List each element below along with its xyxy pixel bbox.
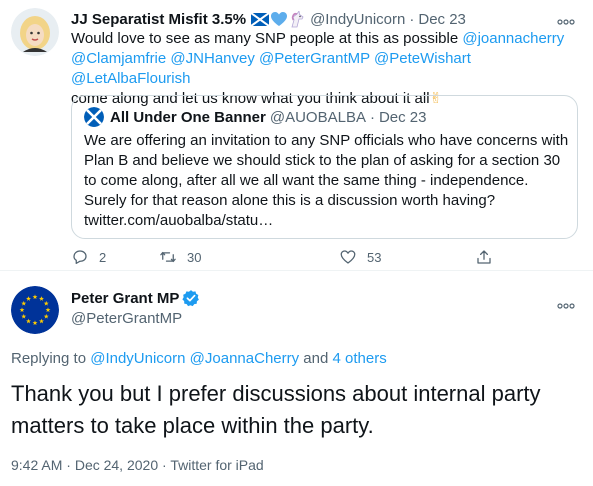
like-button[interactable]: 53 [339,246,381,268]
mention-link[interactable]: @joannacherry [462,30,564,47]
like-count: 53 [367,249,382,265]
separator-dot: · [369,108,375,126]
quoted-handle: @AUOBALBA [269,108,366,126]
replying-and: and [299,350,333,367]
tweet-divider [0,270,593,271]
display-name-row: Peter Grant MP [71,289,200,307]
retweet-icon [160,251,176,263]
name-emojis [251,10,306,28]
mention-link[interactable]: @JoannaCherry [190,350,299,367]
verified-badge-icon [182,290,200,307]
quoted-tweet-card[interactable]: All Under One Banner @AUOBALBA · Dec 23 … [71,95,578,239]
quoted-tweet-text: We are offering an invitation to any SNP… [84,132,569,229]
quoted-avatar [84,107,104,127]
mention-link[interactable]: @PeterGrantMP [259,50,370,67]
tweet-text: Thank you but I prefer discussions about… [11,381,541,438]
mention-link[interactable]: @IndyUnicorn [90,350,185,367]
heart-icon [340,250,356,264]
scotland-flag-icon [251,12,270,26]
retweet-button[interactable]: 30 [159,246,201,268]
tweet-metadata: 9:42 AM · Dec 24, 2020 · Twitter for iPa… [11,457,264,473]
mention-link[interactable]: @Clamjamfrie [71,50,166,67]
avatar[interactable] [11,8,59,56]
quoted-display-name: All Under One Banner [110,108,266,126]
replying-to-label: Replying to [11,350,91,367]
replying-to-line: Replying to @IndyUnicorn @JoannaCherry a… [11,350,387,367]
reply-count: 2 [99,249,107,265]
tweet-time[interactable]: 9:42 AM [11,457,62,473]
handle[interactable]: @PeterGrantMP [71,310,182,327]
tweet-header: JJ Separatist Misfit 3.5% @IndyUnicorn ·… [71,9,573,29]
tweet-date[interactable]: Dec 23 [418,11,466,28]
unicorn-icon [291,10,304,27]
handle[interactable]: @IndyUnicorn [310,11,405,28]
quoted-tweet-header: All Under One Banner @AUOBALBA · Dec 23 [84,107,426,127]
display-name[interactable]: JJ Separatist Misfit 3.5% [71,11,246,28]
reply-button[interactable]: 2 [71,246,106,268]
retweet-count: 30 [187,249,202,265]
mention-link[interactable]: @JNHanvey [170,50,254,67]
tweet-source[interactable]: Twitter for iPad [170,457,263,473]
tweet-date[interactable]: Dec 24, 2020 [75,457,158,473]
separator-dot: · [66,457,71,473]
others-link[interactable]: 4 others [333,350,387,367]
separator-dot: · [409,10,415,28]
quoted-date: Dec 23 [378,108,427,126]
display-name[interactable]: Peter Grant MP [71,290,179,307]
share-icon [477,250,491,264]
mention-link[interactable]: @PeteWishart [374,50,471,67]
reply-icon [73,250,87,265]
more-options-icon[interactable] [557,296,575,309]
quoted-reply-tweet[interactable]: JJ Separatist Misfit 3.5% @IndyUnicorn ·… [0,0,593,267]
tweet-text-prefix: Would love to see as many SNP people at … [71,30,463,47]
mention-link[interactable]: @LetAlbaFlourish [71,70,190,87]
more-options-icon[interactable] [557,12,575,25]
avatar[interactable] [11,286,59,334]
blue-heart-icon [271,11,288,26]
share-button[interactable] [475,246,493,268]
tweet-action-bar: 2 30 53 [71,246,511,268]
separator-dot: · [162,457,167,473]
